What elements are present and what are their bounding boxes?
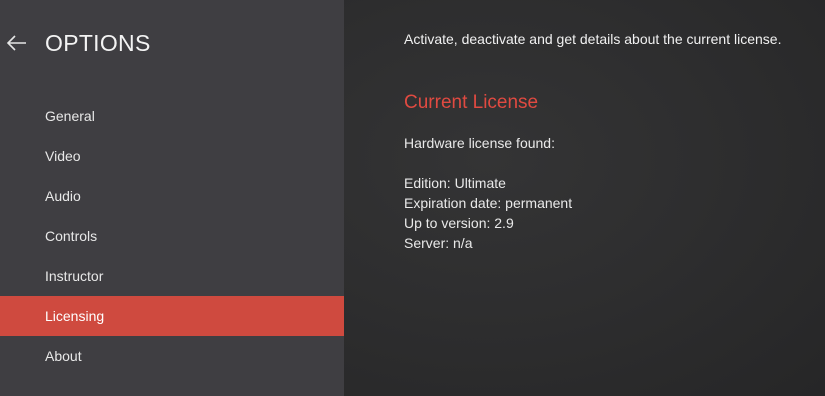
license-info: Hardware license found: Edition: Ultimat… xyxy=(404,133,572,253)
license-edition: Edition: Ultimate xyxy=(404,175,506,191)
license-status: Hardware license found: xyxy=(404,135,555,151)
section-title: Current License xyxy=(404,92,539,113)
header: OPTIONS xyxy=(0,28,344,58)
sidebar-item-about[interactable]: About xyxy=(0,336,344,376)
main-panel: Activate, deactivate and get details abo… xyxy=(344,0,825,396)
license-expiration: Expiration date: permanent xyxy=(404,195,573,211)
sidebar-item-general[interactable]: General xyxy=(0,96,344,136)
license-server: Server: n/a xyxy=(404,235,473,251)
sidebar-item-video[interactable]: Video xyxy=(0,136,344,176)
sidebar-item-licensing[interactable]: Licensing xyxy=(0,296,344,336)
sidebar: OPTIONS General Video Audio Controls Ins… xyxy=(0,0,344,396)
page-title: OPTIONS xyxy=(45,30,151,56)
options-window: OPTIONS General Video Audio Controls Ins… xyxy=(0,0,825,396)
sidebar-item-controls[interactable]: Controls xyxy=(0,216,344,256)
license-version: Up to version: 2.9 xyxy=(404,215,514,231)
arrow-left-icon[interactable] xyxy=(6,34,28,52)
page-description: Activate, deactivate and get details abo… xyxy=(404,31,782,47)
sidebar-item-audio[interactable]: Audio xyxy=(0,176,344,216)
sidebar-nav: General Video Audio Controls Instructor … xyxy=(0,96,344,376)
sidebar-item-instructor[interactable]: Instructor xyxy=(0,256,344,296)
